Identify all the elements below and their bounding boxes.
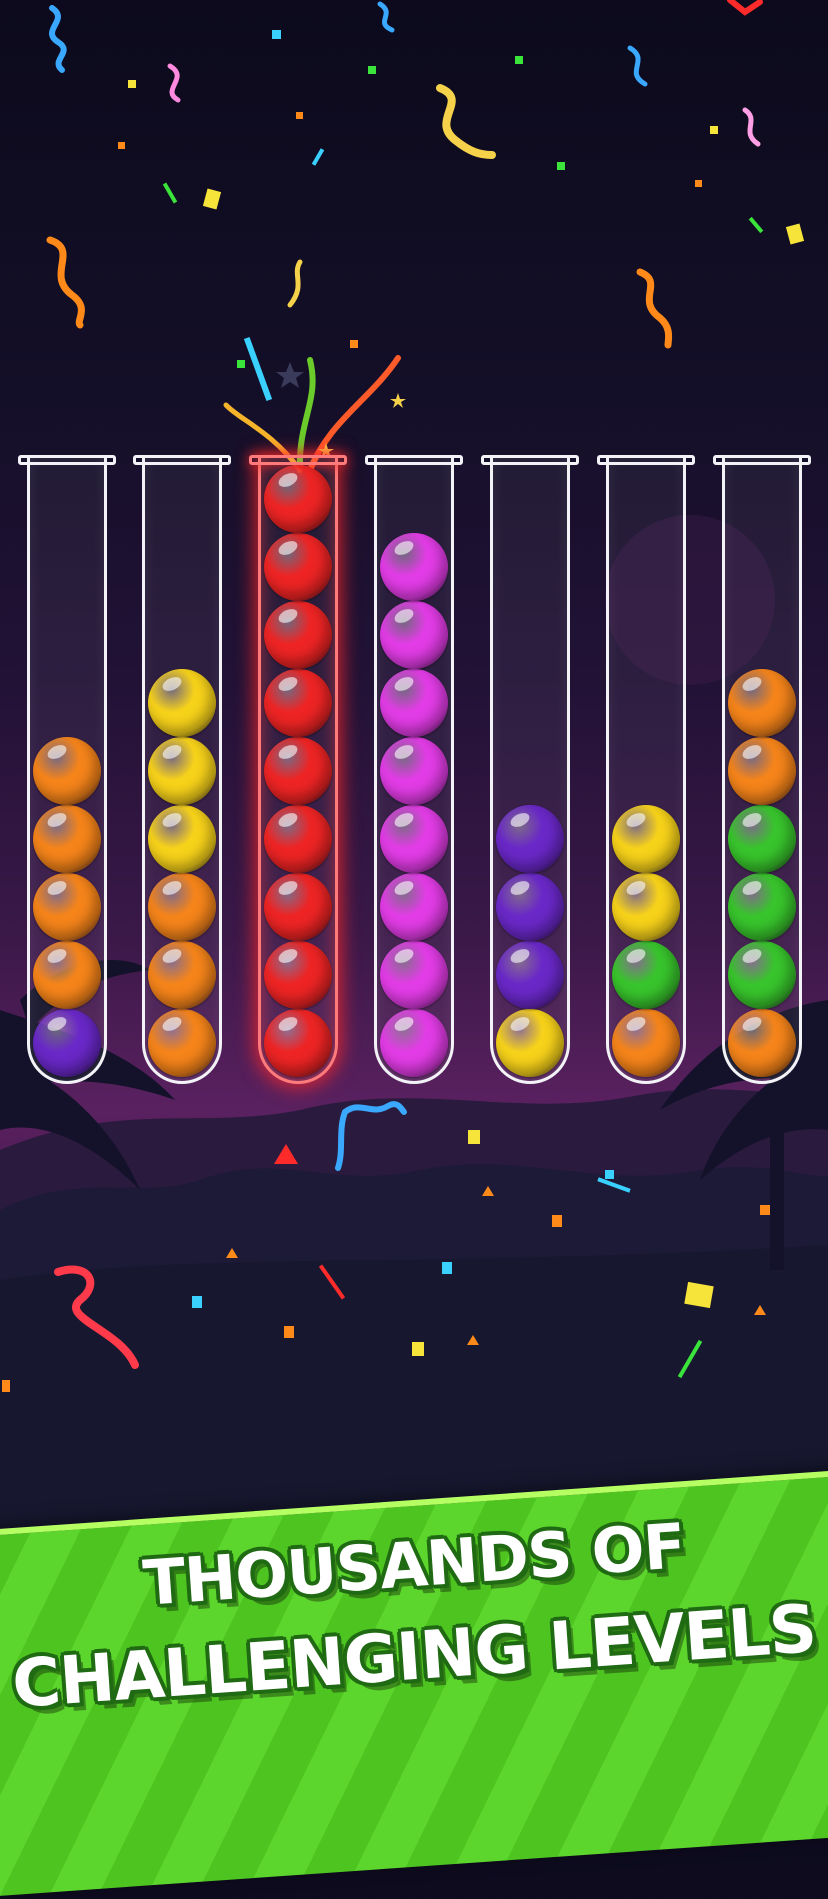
tube-6[interactable] xyxy=(597,455,695,1084)
yellow-ball xyxy=(612,873,680,941)
magenta-ball xyxy=(380,737,448,805)
green-ball xyxy=(612,941,680,1009)
orange-ball xyxy=(728,1009,796,1077)
magenta-ball xyxy=(380,1009,448,1077)
tube-rim xyxy=(597,455,695,465)
orange-ball xyxy=(33,873,101,941)
red-ball xyxy=(264,601,332,669)
orange-ball xyxy=(33,737,101,805)
magenta-ball xyxy=(380,533,448,601)
orange-ball xyxy=(148,1009,216,1077)
red-ball xyxy=(264,873,332,941)
tube-rim xyxy=(481,455,579,465)
red-ball xyxy=(264,941,332,1009)
yellow-ball xyxy=(148,737,216,805)
red-ball xyxy=(264,533,332,601)
magenta-ball xyxy=(380,805,448,873)
tube-7[interactable] xyxy=(713,455,811,1084)
orange-ball xyxy=(33,941,101,1009)
yellow-ball xyxy=(612,805,680,873)
orange-ball xyxy=(148,941,216,1009)
orange-ball xyxy=(612,1009,680,1077)
tube-2[interactable] xyxy=(133,455,231,1084)
tube-4[interactable] xyxy=(365,455,463,1084)
magenta-ball xyxy=(380,941,448,1009)
magenta-ball xyxy=(380,669,448,737)
yellow-ball xyxy=(148,669,216,737)
red-ball xyxy=(264,1009,332,1077)
green-ball xyxy=(728,941,796,1009)
red-ball xyxy=(264,737,332,805)
orange-ball xyxy=(728,669,796,737)
red-ball xyxy=(264,669,332,737)
yellow-ball xyxy=(148,805,216,873)
tube-rim xyxy=(713,455,811,465)
red-ball xyxy=(264,465,332,533)
tube-rim xyxy=(249,455,347,465)
green-ball xyxy=(728,873,796,941)
tube-rim xyxy=(133,455,231,465)
green-ball xyxy=(728,805,796,873)
orange-ball xyxy=(33,805,101,873)
purple-ball xyxy=(33,1009,101,1077)
magenta-ball xyxy=(380,873,448,941)
purple-ball xyxy=(496,941,564,1009)
red-ball xyxy=(264,805,332,873)
tube-3[interactable] xyxy=(249,455,347,1084)
purple-ball xyxy=(496,873,564,941)
orange-ball xyxy=(728,737,796,805)
tube-rim xyxy=(365,455,463,465)
magenta-ball xyxy=(380,601,448,669)
tube-1[interactable] xyxy=(18,455,116,1084)
tube-rim xyxy=(18,455,116,465)
orange-ball xyxy=(148,873,216,941)
tube-5[interactable] xyxy=(481,455,579,1084)
purple-ball xyxy=(496,805,564,873)
yellow-ball xyxy=(496,1009,564,1077)
